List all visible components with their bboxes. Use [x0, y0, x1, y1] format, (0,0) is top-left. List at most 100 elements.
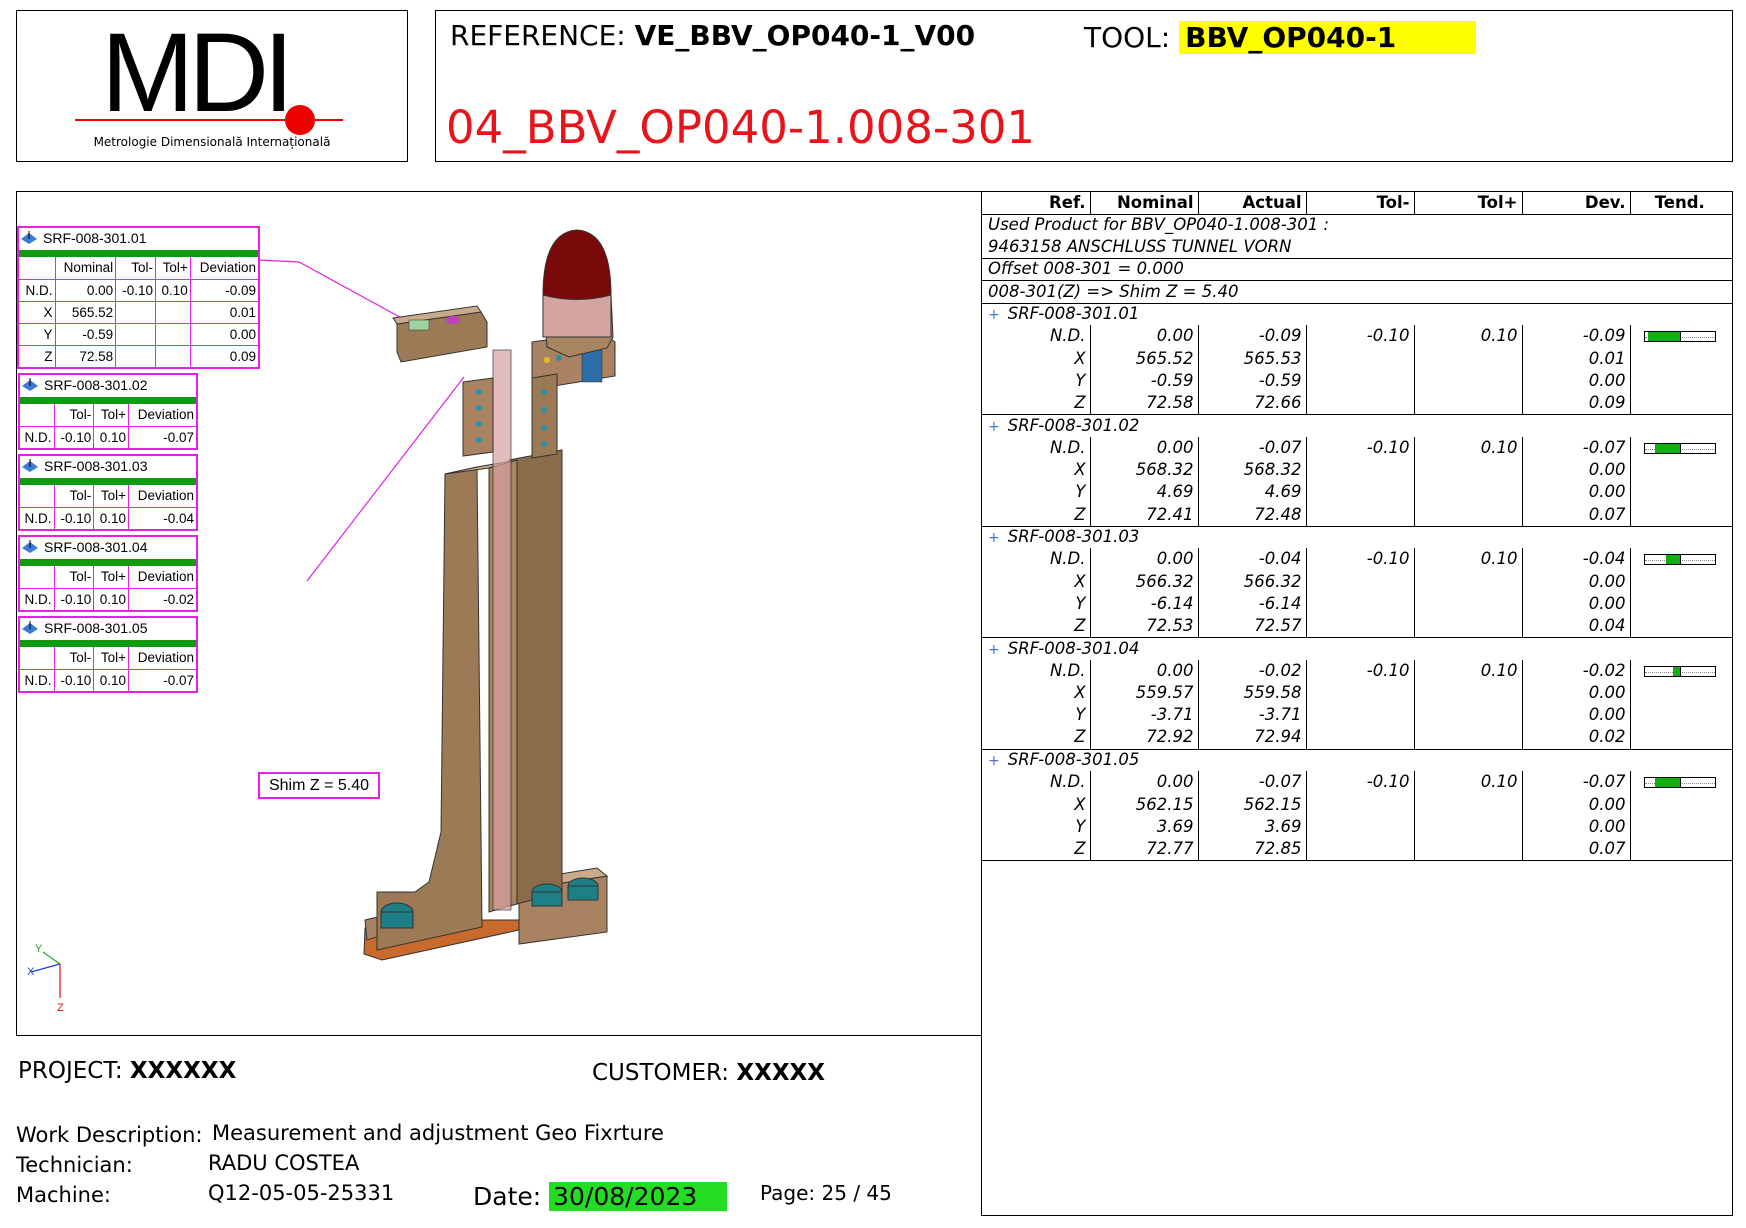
cell-actual: 565.53	[1198, 347, 1307, 371]
cell-tol-plus: 0.10	[1414, 659, 1523, 683]
page-value: 25 / 45	[821, 1181, 892, 1205]
cell-actual: -0.07	[1198, 436, 1307, 460]
cell-tol-minus	[1306, 392, 1415, 416]
cell-tend	[1630, 838, 1733, 862]
cell-dev: -0.07	[1522, 771, 1631, 794]
part-code: 04_BBV_OP040-1.008-301	[446, 101, 1036, 154]
cell-actual: -0.02	[1198, 659, 1307, 683]
cell-dev: 0.00	[1522, 459, 1631, 482]
surface-point-icon	[22, 540, 38, 553]
cell-tol-plus	[1414, 793, 1523, 817]
cell-actual: 4.69	[1198, 481, 1307, 504]
page-field: Page: 25 / 45	[760, 1181, 892, 1205]
cell-nominal: 0.00	[1090, 436, 1199, 460]
callout-cell: N.D.	[20, 425, 55, 448]
cell-tol-minus	[1306, 481, 1415, 504]
info-row: Used Product for BBV_OP040-1.008-301 :	[982, 214, 1733, 236]
tendency-fill	[1655, 443, 1680, 453]
shim-label[interactable]: Shim Z = 5.40	[258, 772, 380, 799]
cell-nominal: 72.41	[1090, 503, 1199, 527]
feature-row[interactable]: + SRF-008-301.01	[982, 303, 1733, 325]
cell-ref: N.D.	[982, 325, 1091, 348]
leader-line-shim	[306, 376, 465, 582]
tool-line: TOOL: BBV_OP040-1	[1084, 21, 1477, 54]
cell-dev: 0.00	[1522, 570, 1631, 594]
feature-row[interactable]: + SRF-008-301.05	[982, 749, 1733, 771]
machine-value: Q12-05-05-25331	[208, 1181, 395, 1205]
cell-tend	[1630, 705, 1733, 727]
bracket-hole	[476, 421, 482, 427]
callout-srf-008-301-04[interactable]: SRF-008-301.04 Tol- Tol+ Deviation N.D. …	[18, 535, 198, 612]
callout-header: Tol+	[93, 485, 129, 508]
cell-tol-minus	[1306, 682, 1415, 705]
cell-dev: 0.00	[1522, 370, 1631, 393]
header-dev: Dev.	[1522, 192, 1631, 215]
cell-actual: -0.07	[1198, 771, 1307, 794]
work-label: Work Description:	[16, 1123, 203, 1147]
callout-srf-008-301-01[interactable]: SRF-008-301.01 Nominal Tol- Tol+ Deviati…	[17, 226, 260, 369]
feature-row[interactable]: + SRF-008-301.02	[982, 415, 1733, 437]
callout-header: Tol-	[115, 257, 156, 280]
feature-row[interactable]: + SRF-008-301.03	[982, 526, 1733, 548]
feature-row[interactable]: + SRF-008-301.04	[982, 638, 1733, 660]
cell-actual: 3.69	[1198, 816, 1307, 839]
info-row: Offset 008-301 = 0.000	[982, 258, 1733, 282]
tendency-zero-mark	[1679, 442, 1681, 454]
cell-nominal: 72.77	[1090, 838, 1199, 862]
callout-cell: -0.09	[189, 278, 258, 302]
callout-header	[19, 257, 56, 280]
callout-cell: -0.02	[127, 587, 196, 610]
tendency-bar	[1643, 554, 1716, 566]
project-value: XXXXXX	[129, 1058, 237, 1084]
cell-dev: -0.07	[1522, 436, 1631, 460]
callout-table: Nominal Tol- Tol+ Deviation N.D. 0.00 -0…	[19, 257, 258, 367]
callout-header: Tol-	[53, 404, 95, 427]
table-row: Y -3.71 -3.71 0.00	[982, 704, 1733, 727]
callout-srf-008-301-03[interactable]: SRF-008-301.03 Tol- Tol+ Deviation N.D. …	[18, 454, 198, 531]
cell-tol-plus	[1414, 816, 1523, 839]
callout-table: Tol- Tol+ Deviation N.D. -0.10 0.10 -0.0…	[20, 404, 196, 448]
date-label: Date:	[473, 1182, 542, 1211]
cell-dev: 0.04	[1522, 615, 1631, 639]
cell-ref: Y	[982, 481, 1091, 504]
cell-ref: Z	[982, 392, 1091, 416]
table-row: Y -0.59 -0.59 0.00	[982, 370, 1733, 393]
pink-cylinder	[542, 294, 612, 338]
cell-tol-plus	[1414, 704, 1523, 727]
cell-tol-plus	[1414, 593, 1523, 616]
marker-dot	[446, 316, 460, 324]
bracket-hole	[476, 389, 482, 395]
cell-tend	[1630, 816, 1733, 838]
table-row: Y 4.69 4.69 0.00	[982, 481, 1733, 504]
surface-point-icon	[22, 378, 38, 391]
cell-nominal: 0.00	[1090, 325, 1199, 348]
cell-tend	[1630, 682, 1733, 704]
cell-tol-plus: 0.10	[1414, 325, 1523, 348]
cell-dev: -0.09	[1522, 325, 1631, 348]
cell-actual: 72.48	[1198, 503, 1307, 527]
callout-header: Tol-	[53, 485, 95, 508]
cell-ref: Y	[982, 704, 1091, 727]
callout-cell	[155, 300, 191, 324]
cell-ref: X	[982, 793, 1091, 817]
callout-srf-008-301-05[interactable]: SRF-008-301.05 Tol- Tol+ Deviation N.D. …	[18, 616, 198, 693]
callout-cell: 72.58	[54, 344, 117, 367]
drawing-area: Y X Z SRF-008-301.01 Nominal Tol- Tol+ D…	[16, 191, 982, 1036]
callout-header: Deviation	[127, 647, 196, 670]
info-text: 9463158 ANSCHLUSS TUNNEL VORN	[982, 236, 1733, 260]
callout-table: Tol- Tol+ Deviation N.D. -0.10 0.10 -0.0…	[20, 647, 196, 691]
callout-cell: -0.07	[127, 425, 196, 448]
callout-cell: N.D.	[20, 506, 55, 529]
cell-tol-minus	[1306, 503, 1415, 527]
bracket-hole	[476, 405, 482, 411]
reference-value: VE_BBV_OP040-1_V00	[634, 19, 976, 52]
cell-tend	[1630, 482, 1733, 504]
table-row: X 559.57 559.58 0.00	[982, 682, 1733, 705]
callout-header	[20, 566, 55, 589]
callout-srf-008-301-02[interactable]: SRF-008-301.02 Tol- Tol+ Deviation N.D. …	[18, 373, 198, 450]
cell-actual: 562.15	[1198, 793, 1307, 817]
callout-header	[20, 647, 55, 670]
info-row: 008-301(Z) => Shim Z = 5.40	[982, 280, 1733, 304]
callout-header: Tol+	[93, 404, 129, 427]
feature-name: SRF-008-301.03	[1007, 527, 1140, 547]
